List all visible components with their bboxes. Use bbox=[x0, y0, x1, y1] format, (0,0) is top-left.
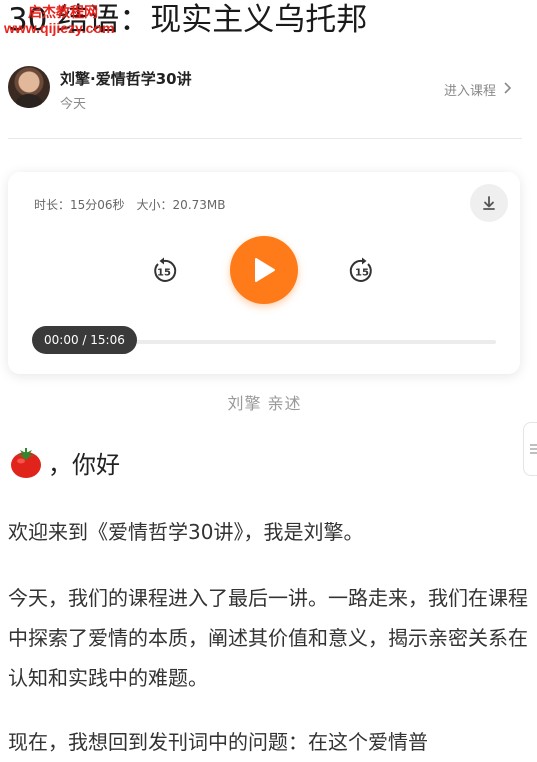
size-label: 大小：20.73MB bbox=[136, 198, 226, 212]
watermark-line1: 启杰教程网 bbox=[28, 4, 98, 20]
publish-date: 今天 bbox=[60, 97, 87, 112]
rewind-button[interactable]: 15 bbox=[149, 256, 179, 286]
play-icon bbox=[255, 258, 275, 282]
rewind-15-icon: 15 bbox=[154, 257, 177, 282]
download-icon bbox=[483, 196, 495, 210]
side-panel-tab[interactable] bbox=[523, 422, 537, 476]
narrator-label: 刘擎 亲述 bbox=[227, 394, 302, 413]
menu-icon bbox=[530, 444, 537, 454]
enter-course-link[interactable]: 进入课程 bbox=[444, 80, 512, 99]
download-button[interactable] bbox=[470, 184, 508, 222]
article-paragraph-3: 现在，我想回到发刊词中的问题：在这个爱情普 bbox=[8, 730, 428, 754]
divider bbox=[8, 138, 522, 139]
duration-label: 时长：15分06秒 bbox=[34, 198, 125, 212]
audio-player-card: 时长：15分06秒 大小：20.73MB 15 15 00:00 / 15:06 bbox=[8, 172, 520, 374]
forward-button[interactable]: 15 bbox=[347, 256, 377, 286]
greeting-text: ，你好 bbox=[48, 450, 120, 479]
article-paragraph-1: 欢迎来到《爱情哲学30讲》，我是刘擎。 bbox=[8, 520, 364, 544]
author-row: 刘擎·爱情哲学30讲 今天 进入课程 bbox=[8, 66, 522, 114]
time-display[interactable]: 00:00 / 15:06 bbox=[32, 326, 137, 354]
greeting: ，你好 bbox=[8, 444, 120, 480]
rewind-seconds: 15 bbox=[157, 268, 171, 279]
watermark-line2: www.qijiezy.com bbox=[4, 20, 115, 36]
article-paragraph-2: 今天，我们的课程进入了最后一讲。一路走来，我们在课程中探索了爱情的本质，阐述其价… bbox=[8, 586, 528, 690]
watermark: 启杰教程网 www.qijiezy.com bbox=[4, 4, 114, 36]
enter-course-label: 进入课程 bbox=[443, 84, 496, 99]
forward-seconds: 15 bbox=[355, 268, 369, 279]
author-avatar[interactable] bbox=[8, 66, 50, 108]
forward-15-icon: 15 bbox=[349, 257, 372, 282]
play-button[interactable] bbox=[230, 236, 298, 304]
tomato-icon bbox=[11, 448, 41, 478]
course-name[interactable]: 刘擎·爱情哲学30讲 bbox=[60, 68, 192, 89]
audio-meta: 时长：15分06秒 大小：20.73MB bbox=[34, 196, 226, 213]
chevron-right-icon bbox=[504, 81, 512, 98]
